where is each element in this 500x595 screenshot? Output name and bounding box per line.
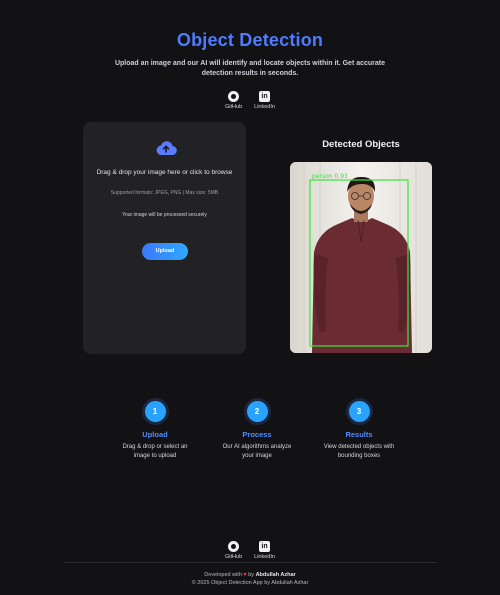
how-it-works-steps: 1 Upload Drag & drop or select an image … bbox=[0, 401, 500, 471]
step-number: 3 bbox=[348, 401, 370, 422]
linkedin-label: LinkedIn bbox=[254, 104, 275, 110]
supported-formats: Supported formats: JPEG, PNG | Max size:… bbox=[110, 190, 219, 196]
github-label: GitHub bbox=[225, 104, 243, 110]
developed-with-line: Developed with ♥ by Abdullah Azhar bbox=[0, 571, 500, 579]
footer-social-links: GitHub in LinkedIn bbox=[0, 541, 500, 560]
bounding-box-label: person 0.93 bbox=[312, 173, 348, 180]
github-icon bbox=[228, 541, 240, 552]
page-title: Object Detection bbox=[176, 30, 324, 50]
github-icon bbox=[228, 91, 240, 102]
heart-icon: ♥ bbox=[243, 572, 247, 578]
security-note: Your image will be processed securely bbox=[122, 212, 207, 218]
developed-by: by bbox=[248, 572, 255, 578]
developer-name: Abdullah Azhar bbox=[255, 572, 296, 578]
step-title: Results bbox=[345, 430, 373, 439]
page-header: Object Detection Upload an image and our… bbox=[0, 0, 500, 110]
detected-objects-title: Detected Objects bbox=[322, 139, 400, 150]
detection-photo-drawing: person 0.93 bbox=[290, 162, 432, 353]
step-number: 1 bbox=[144, 401, 166, 422]
linkedin-label: LinkedIn bbox=[254, 554, 275, 560]
cloud-upload-icon bbox=[156, 141, 177, 156]
footer-github-link[interactable]: GitHub bbox=[225, 541, 242, 560]
footer-linkedin-link[interactable]: in LinkedIn bbox=[254, 541, 275, 560]
linkedin-icon: in bbox=[259, 91, 271, 102]
linkedin-icon: in bbox=[259, 541, 271, 552]
step-process: 2 Process Our AI algorithms analyze your… bbox=[207, 401, 307, 461]
step-description: View detected objects with bounding boxe… bbox=[323, 444, 395, 459]
upload-button[interactable]: Upload bbox=[142, 243, 188, 260]
linkedin-link[interactable]: in LinkedIn bbox=[254, 91, 275, 110]
dropzone-instructions: Drag & drop your image here or click to … bbox=[96, 169, 233, 176]
step-number: 2 bbox=[246, 401, 268, 422]
github-link[interactable]: GitHub bbox=[225, 91, 242, 110]
step-title: Upload bbox=[142, 430, 168, 439]
upload-dropzone[interactable]: Drag & drop your image here or click to … bbox=[83, 122, 246, 354]
detection-result-image: person 0.93 bbox=[290, 162, 432, 353]
step-results: 3 Results View detected objects with bou… bbox=[309, 401, 409, 461]
page-subtitle: Upload an image and our AI will identify… bbox=[114, 60, 386, 77]
header-social-links: GitHub in LinkedIn bbox=[0, 91, 500, 110]
step-description: Drag & drop or select an image to upload bbox=[122, 444, 188, 459]
copyright: © 2025 Object Detection App by Abdullah … bbox=[191, 580, 309, 586]
step-description: Our AI algorithms analyze your image bbox=[222, 444, 292, 459]
step-upload: 1 Upload Drag & drop or select an image … bbox=[105, 401, 205, 461]
developed-prefix: Developed with bbox=[204, 572, 242, 578]
github-label: GitHub bbox=[225, 554, 243, 560]
footer-credits: Developed with ♥ by Abdullah Azhar © 202… bbox=[0, 571, 500, 587]
step-title: Process bbox=[242, 430, 272, 439]
footer-divider bbox=[64, 562, 436, 563]
